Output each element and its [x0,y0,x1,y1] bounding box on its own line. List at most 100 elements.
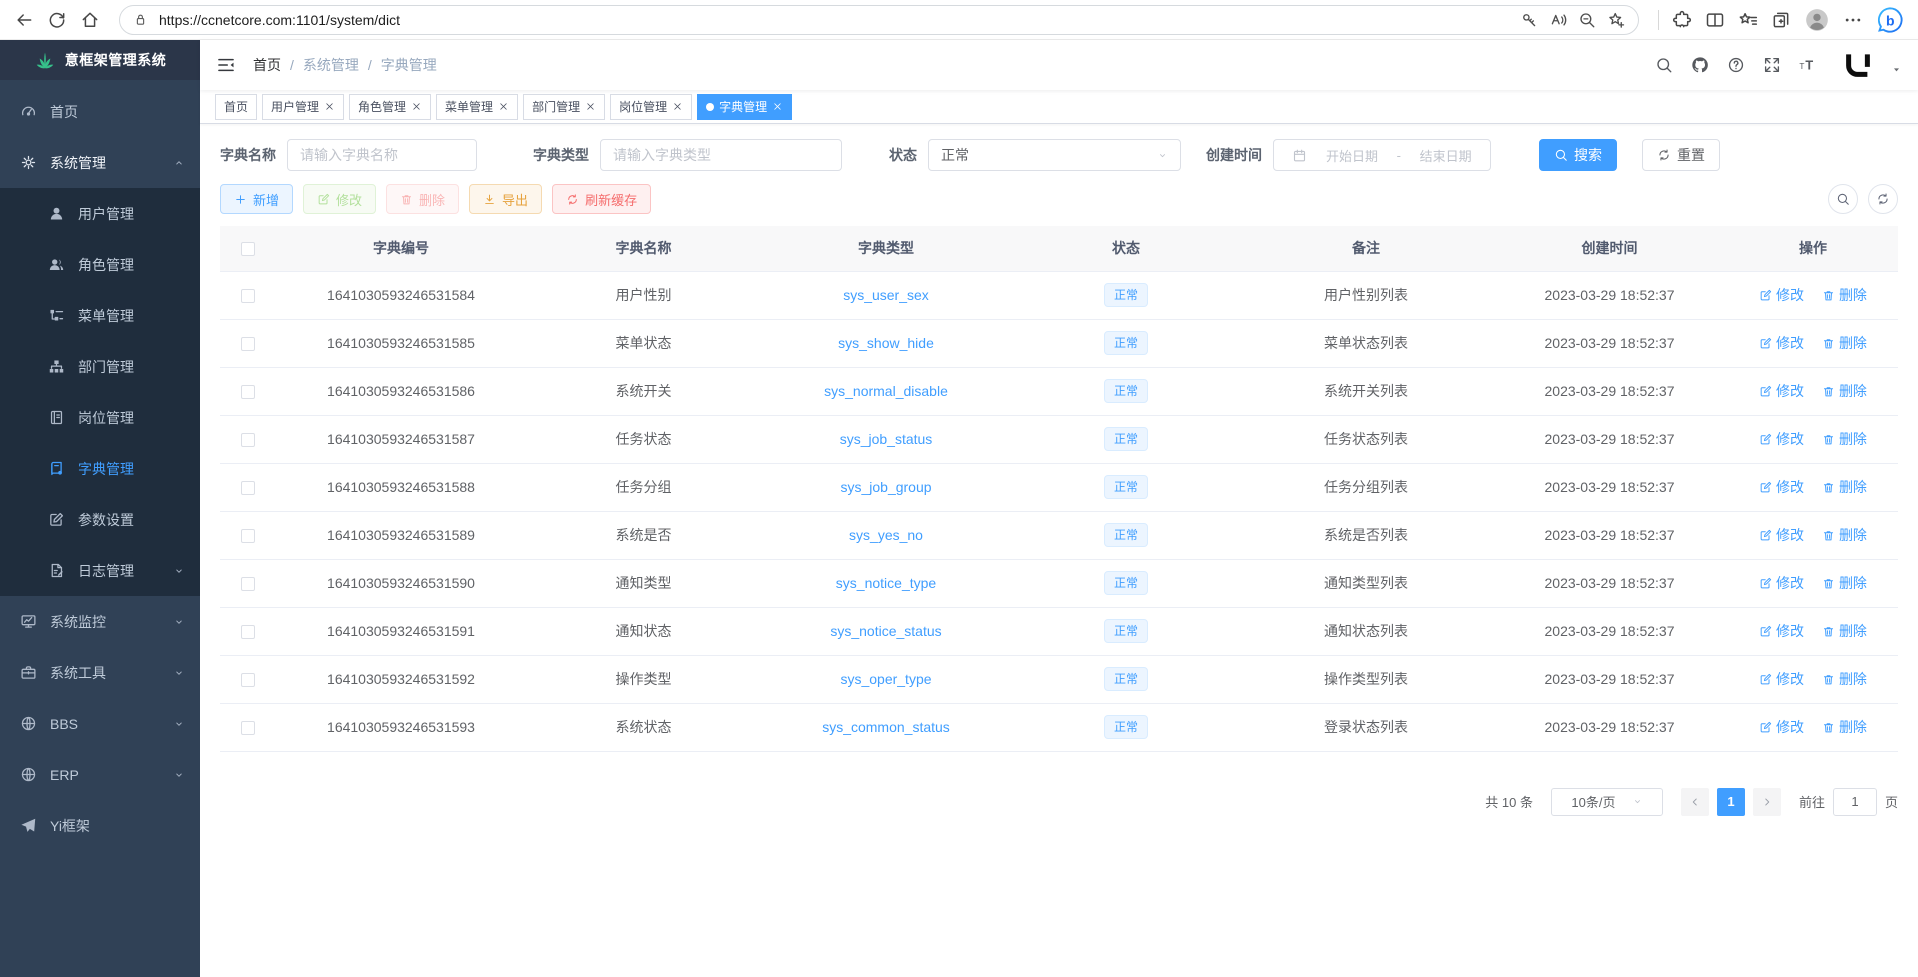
sidebar-item[interactable]: 岗位管理 [0,392,200,443]
edit-link[interactable]: 修改 [1759,429,1804,449]
edit-link[interactable]: 修改 [1759,525,1804,545]
close-icon[interactable] [411,101,422,112]
refresh-table-button[interactable] [1868,184,1898,214]
tab[interactable]: 岗位管理 [610,94,692,120]
status-select[interactable]: 正常 [928,139,1181,171]
dict-type-link[interactable]: sys_notice_status [761,607,1011,655]
dict-type-link[interactable]: sys_user_sex [761,271,1011,319]
edit-link[interactable]: 修改 [1759,333,1804,353]
extensions-icon[interactable] [1672,10,1692,30]
search-button[interactable]: 搜索 [1539,139,1617,171]
user-avatar-logo[interactable] [1843,50,1873,80]
tab[interactable]: 角色管理 [349,94,431,120]
row-checkbox[interactable] [241,289,255,303]
goto-page-input[interactable] [1833,788,1877,816]
add-button[interactable]: 新增 [220,184,293,214]
close-icon[interactable] [324,101,335,112]
delete-link[interactable]: 删除 [1822,669,1867,689]
edit-link[interactable]: 修改 [1759,477,1804,497]
text-size-icon[interactable]: TT [1799,56,1817,74]
toggle-search-button[interactable] [1828,184,1858,214]
browser-menu-icon[interactable] [1843,10,1863,30]
collections-icon[interactable] [1771,10,1791,30]
tab[interactable]: 字典管理 [697,94,792,120]
row-checkbox[interactable] [241,481,255,495]
dict-type-input[interactable] [600,139,842,171]
dict-type-link[interactable]: sys_common_status [761,703,1011,751]
password-key-icon[interactable] [1520,11,1538,29]
delete-link[interactable]: 删除 [1822,429,1867,449]
dict-type-link[interactable]: sys_oper_type [761,655,1011,703]
sidebar-item[interactable]: 系统管理 [0,137,200,188]
edit-link[interactable]: 修改 [1759,669,1804,689]
row-checkbox[interactable] [241,385,255,399]
next-page-button[interactable] [1753,788,1781,816]
sidebar-item[interactable]: ERP [0,749,200,800]
page-number-button[interactable]: 1 [1717,788,1745,816]
sidebar-item[interactable]: 首页 [0,86,200,137]
export-button[interactable]: 导出 [469,184,542,214]
select-all-checkbox[interactable] [241,242,255,256]
home-icon[interactable] [80,10,100,30]
sidebar-item[interactable]: Yi框架 [0,800,200,851]
sidebar-item[interactable]: 菜单管理 [0,290,200,341]
search-icon[interactable] [1655,56,1673,74]
edit-link[interactable]: 修改 [1759,717,1804,737]
date-range-input[interactable]: 开始日期 - 结束日期 [1273,139,1491,171]
delete-link[interactable]: 删除 [1822,525,1867,545]
help-icon[interactable] [1727,56,1745,74]
profile-avatar[interactable] [1804,7,1830,33]
tab[interactable]: 用户管理 [262,94,344,120]
edit-link[interactable]: 修改 [1759,285,1804,305]
row-checkbox[interactable] [241,625,255,639]
sidebar-item[interactable]: 用户管理 [0,188,200,239]
sidebar-item[interactable]: 日志管理 [0,545,200,596]
delete-link[interactable]: 删除 [1822,717,1867,737]
sidebar-item[interactable]: 参数设置 [0,494,200,545]
sidebar-item[interactable]: 系统监控 [0,596,200,647]
dict-type-link[interactable]: sys_job_group [761,463,1011,511]
edit-link[interactable]: 修改 [1759,381,1804,401]
close-icon[interactable] [772,101,783,112]
lock-icon[interactable] [133,12,148,27]
row-checkbox[interactable] [241,433,255,447]
dict-type-link[interactable]: sys_yes_no [761,511,1011,559]
back-icon[interactable] [14,10,34,30]
sidebar-item[interactable]: 系统工具 [0,647,200,698]
breadcrumb-home[interactable]: 首页 [253,55,281,75]
add-favorite-icon[interactable] [1607,11,1625,29]
dict-type-link[interactable]: sys_show_hide [761,319,1011,367]
refresh-cache-button[interactable]: 刷新缓存 [552,184,651,214]
github-icon[interactable] [1691,56,1709,74]
row-checkbox[interactable] [241,673,255,687]
delete-link[interactable]: 删除 [1822,333,1867,353]
close-icon[interactable] [585,101,596,112]
sidebar-item[interactable]: 部门管理 [0,341,200,392]
row-checkbox[interactable] [241,577,255,591]
delete-link[interactable]: 删除 [1822,573,1867,593]
edit-button[interactable]: 修改 [303,184,376,214]
sidebar-toggle-icon[interactable] [216,55,236,75]
bing-chat-icon[interactable]: b [1876,6,1904,34]
url-text[interactable]: https://ccnetcore.com:1101/system/dict [159,12,1509,28]
sidebar-item[interactable]: 字典管理 [0,443,200,494]
close-icon[interactable] [498,101,509,112]
tab[interactable]: 部门管理 [523,94,605,120]
reset-button[interactable]: 重置 [1642,139,1720,171]
tab[interactable]: 首页 [215,94,257,120]
chevron-down-icon[interactable] [1891,64,1902,75]
sidebar-item[interactable]: BBS [0,698,200,749]
delete-link[interactable]: 删除 [1822,621,1867,641]
delete-link[interactable]: 删除 [1822,285,1867,305]
sidebar-item[interactable]: 角色管理 [0,239,200,290]
close-icon[interactable] [672,101,683,112]
prev-page-button[interactable] [1681,788,1709,816]
dict-type-link[interactable]: sys_notice_type [761,559,1011,607]
edit-link[interactable]: 修改 [1759,621,1804,641]
dict-type-link[interactable]: sys_job_status [761,415,1011,463]
delete-button[interactable]: 删除 [386,184,459,214]
row-checkbox[interactable] [241,337,255,351]
dict-type-link[interactable]: sys_normal_disable [761,367,1011,415]
row-checkbox[interactable] [241,721,255,735]
page-size-select[interactable]: 10条/页 [1551,788,1663,816]
